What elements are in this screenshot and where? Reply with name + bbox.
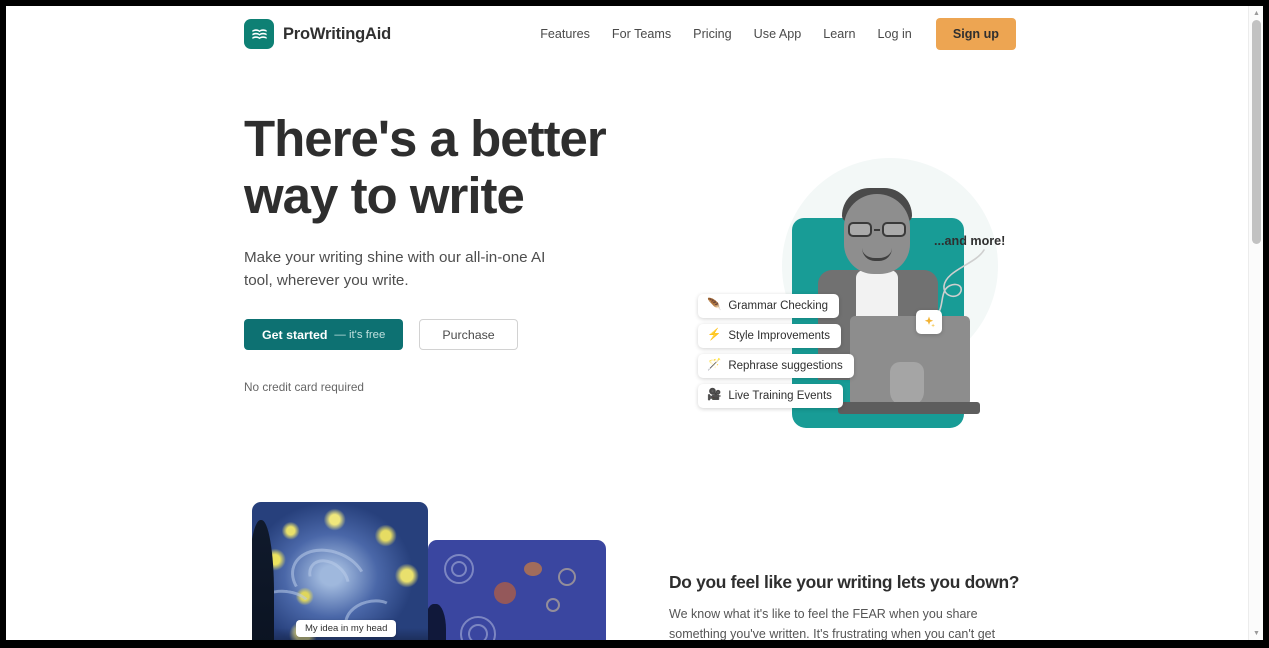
site-content: ProWritingAid Features For Teams Pricing… [6,6,1248,640]
scrollbar-thumb[interactable] [1252,20,1261,244]
feature-pill-label: Grammar Checking [728,300,829,312]
glasses-bridge [874,228,880,231]
person-laptop-base [838,402,980,414]
feature-pill-label: Live Training Events [728,390,832,402]
scrollbar-up-arrow[interactable]: ▲ [1249,6,1263,20]
hero-headline-line-1: There's a better [244,110,607,167]
hero-illustration: 🪶 Grammar Checking ⚡ Style Improvements … [666,112,1066,452]
window-bottom-edge [0,640,1269,648]
doodle-spiral [468,624,488,640]
feature-pill-label: Rephrase suggestions [728,360,843,372]
feature-pill-label: Style Improvements [728,330,830,342]
get-started-note: — it's free [334,328,386,341]
page-viewport: ProWritingAid Features For Teams Pricing… [6,6,1263,640]
feature-pill-grammar-checking: 🪶 Grammar Checking [698,294,840,318]
glasses-right-lens [882,222,906,237]
pain-point-body: We know what it's like to feel the FEAR … [669,607,996,640]
hero-headline: There's a better way to write [244,110,644,224]
feature-pill-style-improvements: ⚡ Style Improvements [698,324,841,348]
pain-point-section: My idea in my head Do you feel like your… [6,466,1248,640]
scrollbar-down-arrow[interactable]: ▼ [1249,626,1263,640]
pain-point-heading: Do you feel like your writing lets you d… [669,572,1020,592]
glasses-left-lens [848,222,872,237]
person-glasses [848,222,906,237]
site-header: ProWritingAid Features For Teams Pricing… [6,6,1248,62]
get-started-button[interactable]: Get started — it's free [244,319,404,350]
magic-wand-icon: 🪄 [707,359,722,372]
artwork-caption: My idea in my head [296,620,397,637]
artwork-comparison: My idea in my head [252,502,606,640]
doodle-cypress [428,604,446,640]
sign-up-button[interactable]: Sign up [935,18,1016,50]
and-more-label: ...and more! [934,234,1006,248]
book-pages-icon [244,19,274,49]
hero-cta-row: Get started — it's free Purchase [244,319,644,350]
feature-pill-rephrase-suggestions: 🪄 Rephrase suggestions [698,354,854,378]
nav-link-pricing[interactable]: Pricing [682,21,743,47]
purchase-button[interactable]: Purchase [419,319,518,350]
hero-copy: There's a better way to write Make your … [244,110,644,394]
and-more-squiggle-arrow [937,249,985,315]
painting-cypress-tree [252,520,274,640]
doodle-spiral [546,598,560,612]
pain-point-copy: Do you feel like your writing lets you d… [669,572,1019,640]
doodle-blob [524,562,542,576]
sparkles-icon [916,310,942,334]
nav-link-features[interactable]: Features [529,21,601,47]
video-camera-icon: 🎥 [707,389,722,402]
browser-window: ProWritingAid Features For Teams Pricing… [0,0,1269,648]
person-hand [890,362,924,406]
feature-pill-live-training-events: 🎥 Live Training Events [698,384,843,408]
doodle-blob [494,582,516,604]
main-nav: Features For Teams Pricing Use App Learn… [529,6,1016,62]
doodle-spiral [558,568,576,586]
nav-link-for-teams[interactable]: For Teams [601,21,682,47]
hero-section: There's a better way to write Make your … [6,62,1248,462]
hero-subheadline: Make your writing shine with our all-in-… [244,249,546,289]
no-credit-card-note: No credit card required [244,380,364,394]
feather-icon: 🪶 [707,299,722,312]
page-scrollbar[interactable]: ▲ ▼ [1248,6,1263,640]
nav-link-use-app[interactable]: Use App [743,21,813,47]
get-started-label: Get started [262,327,328,342]
artwork-simplified-version [428,540,606,640]
hero-headline-line-2: way to write [244,167,525,224]
brand-logo-link[interactable]: ProWritingAid [244,19,391,49]
lightning-bolt-icon: ⚡ [707,329,722,342]
nav-link-log-in[interactable]: Log in [867,21,923,47]
brand-name: ProWritingAid [283,24,392,43]
nav-link-learn[interactable]: Learn [812,21,866,47]
doodle-spiral [451,561,467,577]
